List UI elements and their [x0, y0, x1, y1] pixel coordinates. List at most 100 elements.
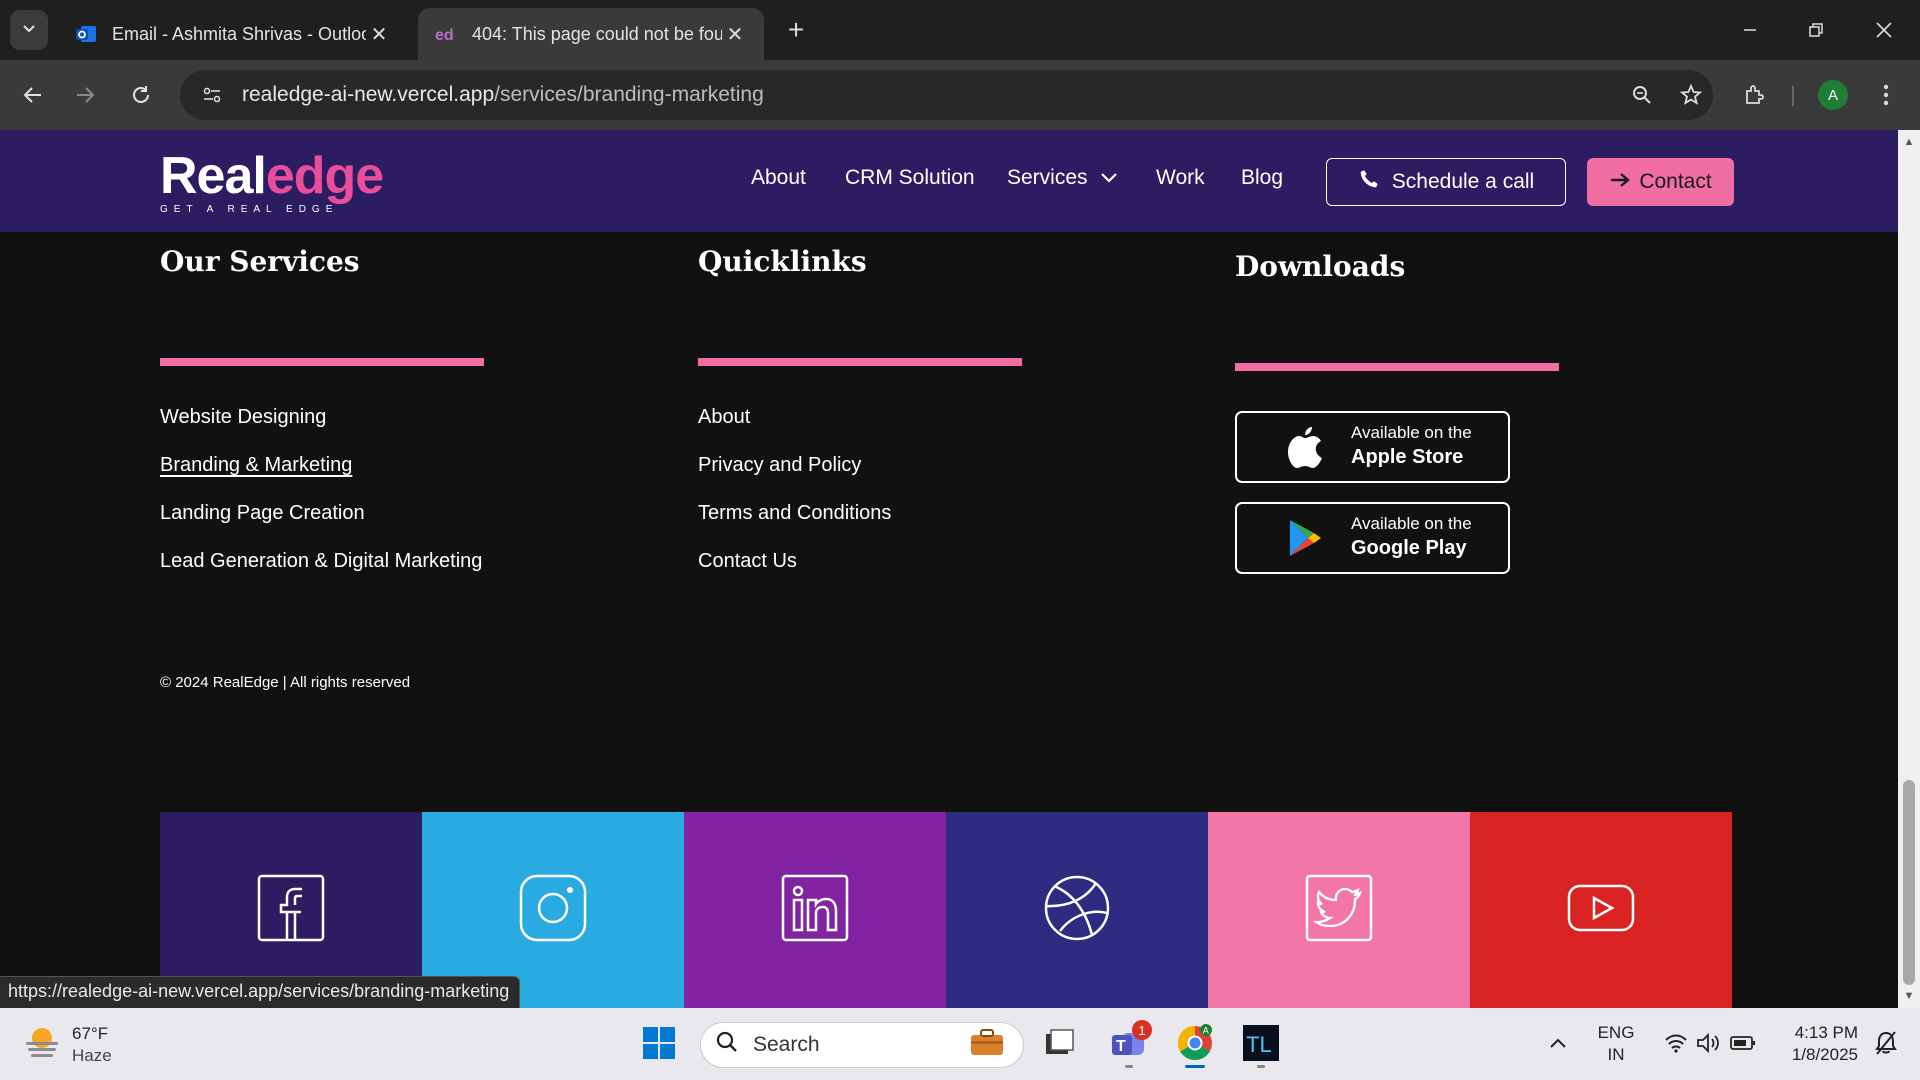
realedge-logo[interactable]: Realedge GET A REAL EDGE — [160, 147, 384, 215]
footer-link-about[interactable]: About — [698, 406, 750, 429]
browser-tab-strip: Email - Ashmita Shrivas - Outlook ✕ ed 4… — [0, 0, 1920, 60]
nav-about[interactable]: About — [751, 166, 806, 190]
site-header: Realedge GET A REAL EDGE About CRM Solut… — [0, 130, 1898, 232]
link-status-bubble: https://realedge-ai-new.vercel.app/servi… — [0, 976, 521, 1008]
weather-widget[interactable]: 67°F Haze — [22, 1022, 112, 1067]
apple-icon — [1275, 417, 1335, 477]
outlook-icon — [74, 22, 98, 46]
wifi-icon — [1664, 1033, 1688, 1058]
close-window-button[interactable] — [1854, 12, 1914, 48]
page-scrollbar[interactable]: ▲ ▼ — [1898, 130, 1920, 1008]
back-button[interactable] — [14, 76, 52, 114]
minimize-button[interactable] — [1720, 12, 1780, 48]
clock[interactable]: 4:13 PM 1/8/2025 — [1778, 1022, 1858, 1066]
scroll-up-arrow-icon[interactable]: ▲ — [1903, 136, 1915, 148]
restore-button[interactable] — [1786, 12, 1846, 48]
system-tray-status[interactable] — [1650, 1020, 1770, 1070]
weather-temperature: 67°F — [72, 1023, 109, 1043]
chevron-down-icon — [1100, 166, 1118, 190]
toolbar-divider — [1792, 86, 1794, 106]
schedule-call-label: Schedule a call — [1391, 170, 1535, 193]
language-code: ENG — [1597, 1023, 1635, 1042]
youtube-icon — [1566, 881, 1636, 940]
taskbar-search-box[interactable]: Search — [700, 1022, 1024, 1068]
twitter-link[interactable] — [1208, 812, 1470, 1008]
logo-text-accent: edge — [265, 147, 384, 205]
more-menu-icon[interactable] — [1867, 76, 1905, 114]
nav-blog[interactable]: Blog — [1241, 166, 1283, 190]
zoom-icon[interactable] — [1625, 78, 1659, 112]
services-heading: Our Services — [160, 245, 360, 278]
url-path: /services/branding-marketing — [494, 83, 764, 106]
taskbar-chrome[interactable]: A — [1170, 1020, 1220, 1070]
logo-tagline: GET A REAL EDGE — [160, 204, 339, 215]
google-play-small-text: Available on the — [1351, 514, 1472, 533]
footer-link-lead-generation[interactable]: Lead Generation & Digital Marketing — [160, 550, 482, 573]
browser-toolbar: realedge-ai-new.vercel.app/services/bran… — [0, 60, 1920, 130]
task-view-icon — [1043, 1028, 1075, 1063]
footer-link-website-designing[interactable]: Website Designing — [160, 406, 326, 429]
clock-date: 1/8/2025 — [1791, 1045, 1858, 1064]
nav-work[interactable]: Work — [1156, 166, 1205, 190]
running-indicator — [1125, 1065, 1133, 1068]
instagram-icon — [518, 873, 588, 948]
tab-404-page[interactable]: ed 404: This page could not be found ✕ — [418, 8, 764, 60]
footer-link-branding-marketing[interactable]: Branding & Marketing — [160, 454, 352, 477]
site-info-icon[interactable] — [188, 70, 236, 120]
reload-button[interactable] — [122, 76, 160, 114]
footer-link-terms[interactable]: Terms and Conditions — [698, 502, 891, 525]
start-button[interactable] — [634, 1020, 684, 1070]
briefcase-icon — [969, 1027, 1005, 1063]
tab-search-button[interactable] — [10, 10, 48, 50]
youtube-link[interactable] — [1470, 812, 1732, 1008]
footer-link-privacy[interactable]: Privacy and Policy — [698, 454, 861, 477]
google-play-icon — [1275, 508, 1335, 568]
address-bar[interactable]: realedge-ai-new.vercel.app/services/bran… — [180, 70, 1713, 120]
scroll-down-arrow-icon[interactable]: ▼ — [1903, 990, 1915, 1002]
twitter-icon — [1304, 873, 1374, 948]
logo-text: Real — [160, 147, 267, 205]
contact-button[interactable]: Contact — [1587, 158, 1734, 206]
chevron-down-icon — [21, 20, 37, 41]
show-hidden-icons-button[interactable] — [1533, 1020, 1583, 1070]
bookmark-star-icon[interactable] — [1674, 78, 1708, 112]
tab-outlook-email[interactable]: Email - Ashmita Shrivas - Outlook ✕ — [58, 8, 408, 60]
footer-link-contact-us[interactable]: Contact Us — [698, 550, 797, 573]
close-icon[interactable]: ✕ — [366, 22, 392, 47]
taskbar-app-tl[interactable]: TL — [1236, 1020, 1286, 1070]
downloads-underline — [1235, 363, 1559, 371]
nav-services[interactable]: Services — [1007, 166, 1118, 190]
realedge-favicon-icon: ed — [434, 22, 458, 46]
apple-store-big-text: Apple Store — [1351, 446, 1464, 468]
profile-avatar[interactable]: A — [1818, 80, 1848, 110]
quicklinks-underline — [698, 358, 1022, 366]
scrollbar-thumb[interactable] — [1903, 780, 1915, 985]
svg-text:ed: ed — [435, 27, 454, 44]
notifications-button[interactable] — [1866, 1020, 1906, 1070]
forward-button[interactable] — [66, 76, 104, 114]
volume-icon — [1696, 1032, 1722, 1058]
schedule-call-button[interactable]: Schedule a call — [1326, 158, 1566, 206]
nav-crm-solution[interactable]: CRM Solution — [845, 166, 975, 190]
clock-time: 4:13 PM — [1794, 1023, 1858, 1042]
apple-store-button[interactable]: Available on the Apple Store — [1235, 411, 1510, 483]
extensions-icon[interactable] — [1735, 76, 1773, 114]
running-indicator — [1257, 1065, 1265, 1068]
contact-label: Contact — [1639, 170, 1712, 193]
teams-notification-badge: 1 — [1132, 1020, 1152, 1040]
linkedin-icon — [780, 873, 850, 948]
close-icon[interactable]: ✕ — [722, 22, 748, 47]
linkedin-link[interactable] — [684, 812, 946, 1008]
input-language[interactable]: ENG IN — [1594, 1022, 1638, 1066]
taskbar-teams[interactable]: T 1 — [1104, 1020, 1154, 1070]
arrow-right-icon — [1609, 170, 1631, 194]
services-underline — [160, 358, 484, 366]
new-tab-button[interactable]: + — [780, 14, 812, 46]
google-play-button[interactable]: Available on the Google Play — [1235, 502, 1510, 574]
taskbar-file-explorer[interactable] — [1034, 1020, 1084, 1070]
search-icon — [715, 1030, 739, 1060]
tab-title: 404: This page could not be found — [472, 23, 722, 44]
dribbble-link[interactable] — [946, 812, 1208, 1008]
footer-link-landing-page[interactable]: Landing Page Creation — [160, 502, 365, 525]
svg-text:A: A — [1203, 1025, 1209, 1035]
